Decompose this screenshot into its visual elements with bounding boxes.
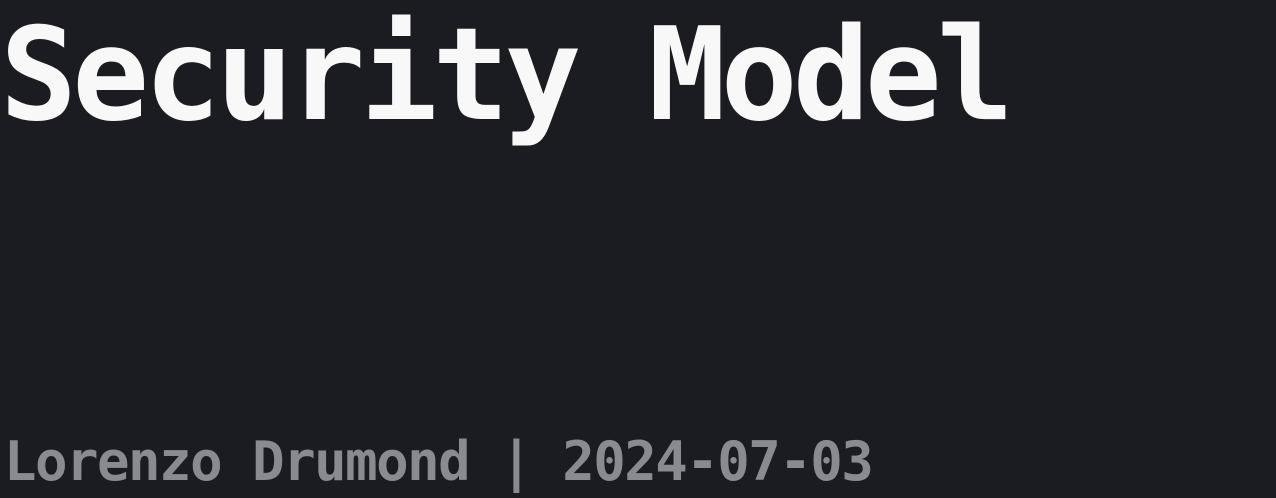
author-date-byline: Lorenzo Drumond | 2024-07-03: [4, 430, 874, 493]
title-slide: Security Model Lorenzo Drumond | 2024-07…: [0, 0, 1276, 498]
page-title: Security Model: [0, 1, 1014, 150]
